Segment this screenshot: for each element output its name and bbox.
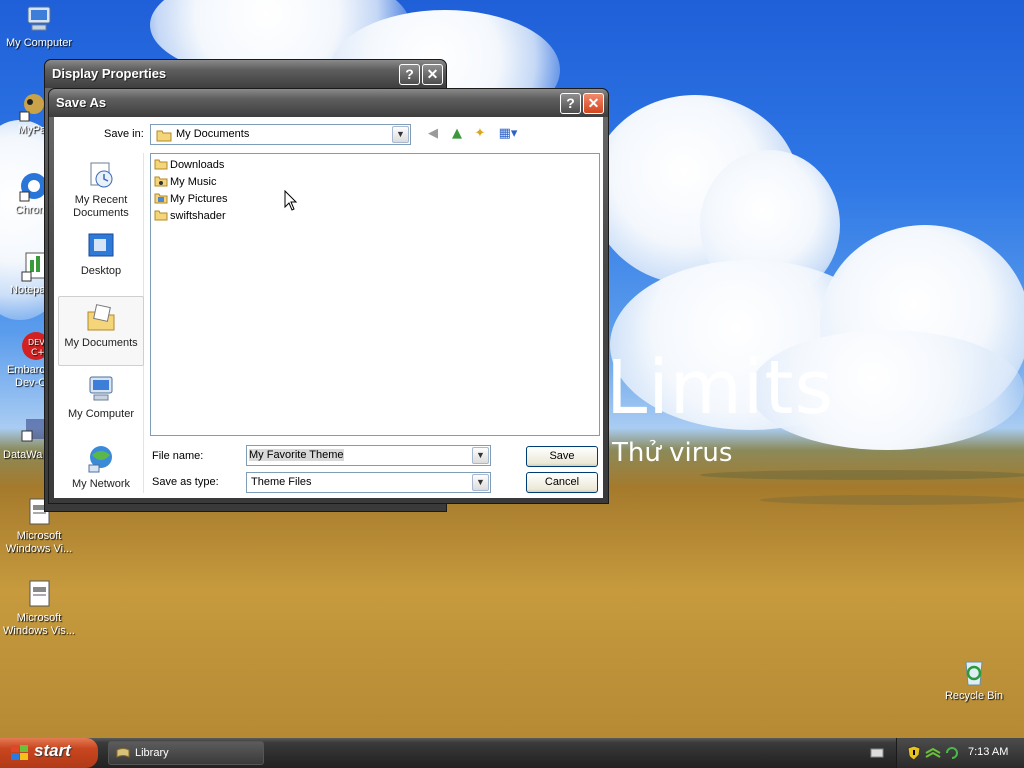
chevron-down-icon[interactable]: ▼ [472,447,489,464]
security-shield-icon[interactable] [907,745,921,761]
close-button[interactable]: ✕ [422,64,443,85]
field-stripe [700,470,1024,480]
file-name-input[interactable]: My Favorite Theme ▼ [246,445,491,466]
computer-icon [89,376,113,401]
field-stripe [760,495,1024,505]
refresh-icon[interactable] [945,746,959,760]
save-type-value: Theme Files [251,476,312,488]
save-in-value: My Documents [176,128,250,140]
file-name: swiftshader [170,210,226,222]
recent-documents-icon [90,162,113,188]
place-my-network[interactable]: My Network [58,443,144,491]
save-type-select[interactable]: Theme Files ▼ [246,472,491,493]
music-folder-icon [154,176,168,187]
start-button[interactable]: start [0,738,98,768]
desktop-icon-recycle-bin[interactable]: Recycle Bin [935,656,1013,703]
save-as-titlebar[interactable]: Save As ? ✕ [49,89,608,117]
recycle-bin-icon [965,661,983,686]
dialog-title: Save As [56,95,107,110]
windows-logo-icon [11,745,28,760]
view-menu-icon[interactable]: ▦▾ [495,124,521,144]
desktop-icon-label: DataWa [3,449,43,461]
desktop-icon-label: Recycle Bin [944,690,1004,702]
file-list[interactable]: Downloads My Music My Pictures swiftshad… [150,153,600,436]
place-label: Desktop [80,265,122,277]
place-label: My Computer [67,408,135,420]
file-name-value: My Favorite Theme [249,449,344,461]
desktop-icon-label: Microsoft [16,612,62,624]
folder-icon [156,130,172,142]
keyboard-icon[interactable] [870,747,884,759]
place-label: My Network [71,478,131,490]
list-item[interactable]: swiftshader [154,208,226,224]
desktop-icon-label: Chrom [15,204,49,216]
desktop-icon-label: Notepa [10,284,46,296]
place-label-line2: Documents [73,207,129,219]
folder-icon [154,210,168,221]
place-label: My Documents [64,337,138,349]
desktop-icon-label: MyPa [18,124,47,136]
wallpaper-subtitle: Thử virus [612,438,733,468]
network-icon [88,446,112,473]
chevron-down-icon[interactable]: ▼ [392,126,409,143]
save-in-label: Save in: [104,128,144,140]
display-properties-titlebar[interactable]: Display Properties ? ✕ [45,60,446,88]
place-label: My Recent [74,194,128,206]
cancel-button[interactable]: Cancel [526,472,598,493]
file-name-label: File name: [152,450,204,462]
computer-icon [27,6,51,31]
my-documents-icon [87,304,115,331]
list-item[interactable]: Downloads [154,157,224,173]
place-my-computer[interactable]: My Computer [58,373,144,421]
new-folder-icon[interactable]: ✦ [470,124,490,144]
list-item[interactable]: My Pictures [154,191,227,207]
places-bar: My Recent Documents Desktop My Documents… [58,153,144,493]
folder-icon [154,159,168,170]
desktop-icon-label-line2: Windows Vis... [3,625,75,637]
chevron-down-icon[interactable]: ▼ [472,474,489,491]
place-desktop[interactable]: Desktop [58,230,144,278]
place-recent-documents[interactable]: My Recent Documents [58,159,144,220]
taskbar-item-label: Library [135,747,169,759]
document-icon [29,580,50,607]
save-in-combo[interactable]: My Documents ▼ [150,124,411,145]
file-name: My Music [170,176,217,188]
network-icon[interactable] [925,746,941,760]
wallpaper-title: Limits [606,345,834,431]
up-folder-icon[interactable]: ▲ [447,124,467,144]
mouse-cursor-icon [284,190,298,211]
taskbar-item-library[interactable]: Library [108,741,264,765]
svg-text:DEV: DEV [28,338,45,347]
clock[interactable]: 7:13 AM [968,746,1008,758]
desktop-icon-label: Microsoft [16,530,62,542]
save-button[interactable]: Save [526,446,598,467]
help-button[interactable]: ? [399,64,420,85]
save-type-label: Save as type: [152,476,219,488]
file-name: Downloads [170,159,225,171]
desktop-icon-label: My Computer [5,37,73,49]
desktop-icon-my-computer[interactable]: My Computer [0,3,78,50]
place-my-documents[interactable]: My Documents [58,296,144,366]
start-label: start [34,741,71,760]
desktop-icon-msvs-2[interactable]: Microsoft Windows Vis... [0,578,78,638]
desktop-icon [88,233,114,257]
library-icon [116,748,130,758]
list-item[interactable]: My Music [154,174,216,190]
desktop-icon-label-line2: Windows Vi... [5,543,73,555]
file-name: My Pictures [170,193,228,205]
close-button[interactable]: ✕ [583,93,604,114]
taskbar: start Library 7:13 AM [0,738,1024,768]
window-title: Display Properties [52,66,167,81]
pictures-folder-icon [154,193,168,204]
back-icon[interactable]: ◀ [423,124,443,144]
help-button[interactable]: ? [560,93,581,114]
